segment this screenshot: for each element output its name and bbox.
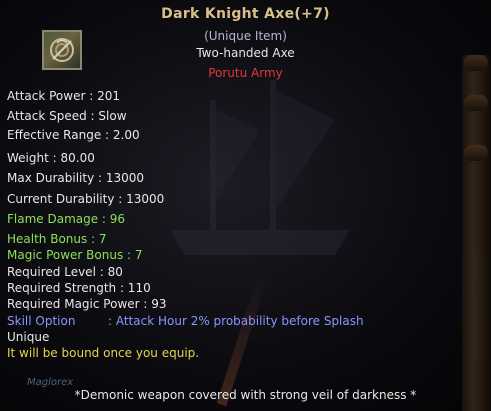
stat-attack-power: Attack Power : 201: [7, 89, 120, 103]
stat-weight: Weight : 80.00: [7, 151, 95, 165]
stat-health-bonus: Health Bonus : 7: [7, 232, 107, 246]
watermark-text: Maglorex: [27, 377, 74, 388]
stat-current-durability: Current Durability : 13000: [7, 192, 165, 206]
bind-notice: It will be bound once you equip.: [7, 346, 200, 360]
item-rarity: (Unique Item): [204, 29, 287, 43]
stat-required-level: Required Level : 80: [7, 265, 123, 279]
blade-silhouette-background: [216, 270, 270, 407]
unique-label: Unique: [7, 330, 50, 344]
stat-flame-damage: Flame Damage : 96: [7, 212, 126, 226]
skill-option-row: Skill Option : Attack Hour 2% probabilit…: [7, 314, 477, 328]
stat-max-durability: Max Durability : 13000: [7, 171, 145, 185]
item-tooltip: Dark Knight Axe(+7) (Unique Item) Two-ha…: [0, 0, 491, 411]
pillar-decoration: [462, 55, 491, 411]
stat-required-strength: Required Strength : 110: [7, 281, 151, 295]
item-type: Two-handed Axe: [196, 46, 295, 60]
skill-option-label: Skill Option: [7, 314, 76, 328]
ship-silhouette-background: [170, 80, 350, 255]
item-faction: Porutu Army: [208, 66, 283, 80]
skill-option-value: : Attack Hour 2% probability before Spla…: [108, 314, 364, 328]
stat-attack-speed: Attack Speed : Slow: [7, 109, 127, 123]
stat-required-magic-power: Required Magic Power : 93: [7, 297, 167, 311]
item-name: Dark Knight Axe(+7): [161, 6, 330, 22]
stat-magic-power-bonus: Magic Power Bonus : 7: [7, 248, 143, 262]
item-description: *Demonic weapon covered with strong veil…: [74, 388, 417, 402]
stat-effective-range: Effective Range : 2.00: [7, 128, 140, 142]
